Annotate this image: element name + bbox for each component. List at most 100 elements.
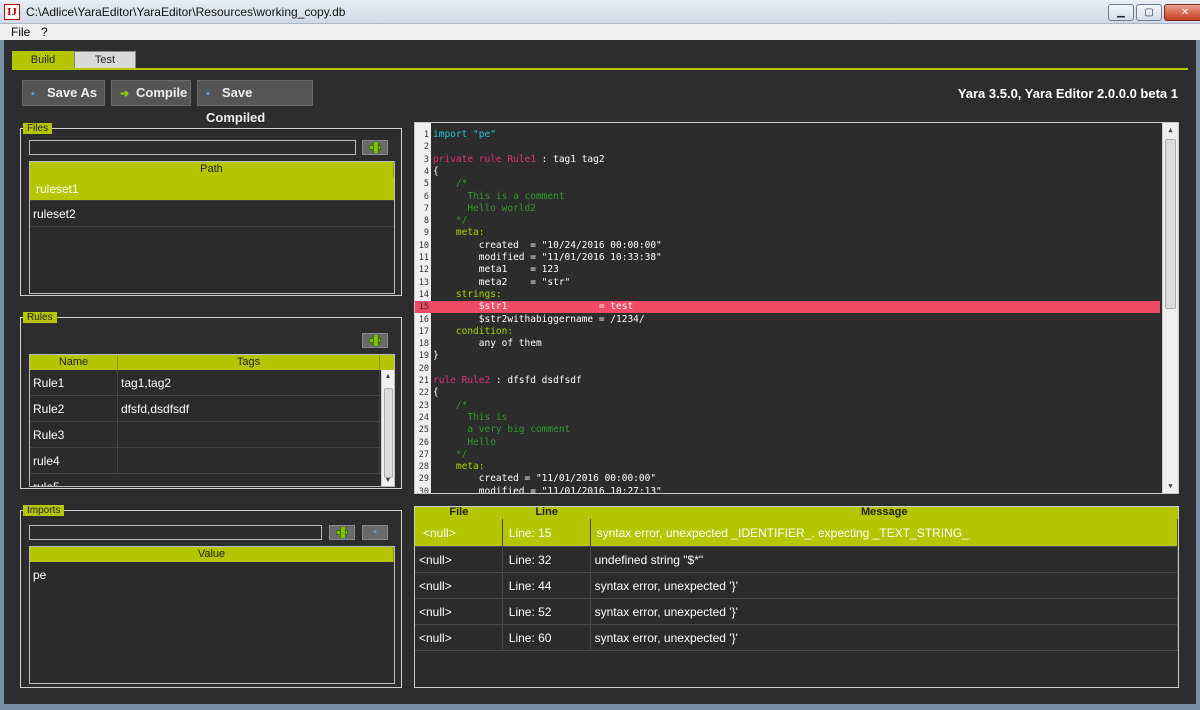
files-search-input[interactable]: [29, 140, 356, 155]
tab-test[interactable]: Test: [74, 51, 136, 69]
line-number: 9: [423, 228, 429, 239]
code-line[interactable]: 1 import "pe": [415, 129, 1160, 141]
code-line[interactable]: 18 any of them: [415, 338, 1160, 350]
add-file-button[interactable]: [362, 140, 388, 155]
rules-group-label: Rules: [23, 312, 57, 323]
code-line[interactable]: 4{: [415, 166, 1160, 178]
code-line[interactable]: 21 rule Rule2 : dfsfd dsdfsdf: [415, 375, 1160, 387]
minimize-button[interactable]: ▁: [1108, 4, 1134, 21]
code-line[interactable]: 14 strings:: [415, 289, 1160, 301]
code-line[interactable]: 17 condition:: [415, 326, 1160, 338]
scroll-down-icon[interactable]: ▼: [1163, 479, 1178, 493]
message-row[interactable]: <null> Line: 44 syntax error, unexpected…: [415, 573, 1178, 599]
code-line[interactable]: 20: [415, 363, 1160, 375]
file-path: ruleset1: [36, 182, 79, 196]
code-line[interactable]: 5 /*: [415, 178, 1160, 190]
line-number: 5: [423, 179, 429, 190]
code-line[interactable]: 6 This is a comment: [415, 191, 1160, 203]
code-line[interactable]: 28 meta:: [415, 461, 1160, 473]
code-text: a very big comment: [433, 424, 571, 436]
line-number: 22: [418, 388, 429, 399]
code-line[interactable]: 26 Hello: [415, 437, 1160, 449]
rules-scrollbar[interactable]: ▲ ▼: [381, 370, 394, 486]
code-line[interactable]: 24 This is: [415, 412, 1160, 424]
menu-help[interactable]: ?: [41, 25, 48, 39]
column-value[interactable]: Value: [30, 547, 394, 562]
code-editor[interactable]: 1 import "pe" 2 3 private rule Rule1 : tag1 …: [414, 122, 1179, 494]
code-line[interactable]: 22 {: [415, 387, 1160, 399]
code-line[interactable]: 13 meta2 = "str": [415, 277, 1160, 289]
message-line: Line: 52: [503, 599, 591, 624]
rule-row[interactable]: Rule3: [30, 422, 394, 448]
rule-row[interactable]: rule4: [30, 448, 394, 474]
code-line[interactable]: 11 modified = "11/01/2016 10:33:38": [415, 252, 1160, 264]
scroll-up-icon[interactable]: ▲: [382, 370, 394, 384]
rule-row[interactable]: Rule2 dfsfd,dsdfsdf: [30, 396, 394, 422]
code-line[interactable]: 29 created = "11/01/2016 00:00:00": [415, 473, 1160, 485]
scroll-up-icon[interactable]: ▲: [1163, 123, 1178, 137]
code-text: */: [433, 215, 468, 227]
save-as-button[interactable]: ▪ Save As: [22, 80, 105, 106]
plus-icon: [369, 335, 381, 346]
import-input[interactable]: [29, 525, 322, 540]
code-line[interactable]: 27 */: [415, 449, 1160, 461]
rule-row[interactable]: Rule1 tag1,tag2: [30, 370, 394, 396]
menu-file[interactable]: File: [11, 25, 30, 39]
tab-build[interactable]: Build: [12, 51, 74, 69]
save-as-label: Save As: [47, 85, 98, 100]
code-line[interactable]: 10 created = "10/24/2016 00:00:00": [415, 240, 1160, 252]
line-number: 6: [423, 191, 429, 202]
column-path[interactable]: Path: [30, 162, 394, 177]
code-line[interactable]: 16 $str2withabiggername = /1234/: [415, 314, 1160, 326]
line-number: 18: [418, 339, 429, 350]
message-row[interactable]: <null> Line: 15 syntax error, unexpected…: [415, 519, 1178, 547]
scroll-down-icon[interactable]: ▼: [382, 474, 394, 486]
code-text: any of them: [433, 338, 542, 350]
column-message[interactable]: Message: [591, 507, 1178, 519]
save-import-button[interactable]: ▪: [362, 525, 388, 540]
code-line[interactable]: 9 meta:: [415, 227, 1160, 239]
maximize-button[interactable]: ▢: [1136, 4, 1162, 21]
column-tags[interactable]: Tags: [118, 355, 380, 370]
file-row[interactable]: ruleset1: [30, 177, 394, 201]
file-row[interactable]: ruleset2: [30, 201, 394, 227]
rule-name: rule4: [30, 448, 118, 473]
message-file: <null>: [415, 625, 503, 650]
imports-group: Imports ▪ Value pe: [20, 505, 402, 688]
scroll-thumb[interactable]: [384, 388, 393, 478]
scroll-thumb[interactable]: [1165, 139, 1176, 309]
imports-grid: Value pe: [29, 546, 395, 684]
code-line[interactable]: 23 /*: [415, 400, 1160, 412]
add-rule-button[interactable]: [362, 333, 388, 348]
line-number: 23: [418, 400, 429, 411]
code-text: Hello world2: [433, 202, 536, 214]
code-line[interactable]: 25 a very big comment: [415, 424, 1160, 436]
message-row[interactable]: <null> Line: 60 syntax error, unexpected…: [415, 625, 1178, 651]
column-line[interactable]: Line: [503, 507, 591, 519]
code-text: /*: [433, 399, 468, 411]
files-group-label: Files: [23, 123, 53, 134]
code-line[interactable]: 7 Hello world2: [415, 203, 1160, 215]
line-number: 24: [418, 412, 429, 423]
code-line[interactable]: 30 modified = "11/01/2016 10:27:13": [415, 486, 1160, 493]
message-row[interactable]: <null> Line: 32 undefined string "$*": [415, 547, 1178, 573]
close-button[interactable]: ✕: [1164, 4, 1200, 21]
import-row[interactable]: pe: [30, 562, 394, 588]
save-compiled-button[interactable]: ▪ Save Compiled: [197, 80, 313, 125]
code-line[interactable]: 8 */: [415, 215, 1160, 227]
code-text: meta1 = 123: [433, 264, 559, 276]
code-line[interactable]: 19}: [415, 350, 1160, 362]
code-line[interactable]: 15 $str1 = test: [415, 301, 1160, 314]
column-file[interactable]: File: [415, 507, 503, 519]
line-number: 29: [418, 474, 429, 485]
editor-scrollbar[interactable]: ▲ ▼: [1162, 123, 1178, 493]
rule-row[interactable]: rule5: [30, 474, 394, 486]
column-name[interactable]: Name: [30, 355, 118, 370]
code-line[interactable]: 12 meta1 = 123: [415, 264, 1160, 276]
rules-grid: Name Tags Rule1 tag1,tag2 Rule2 dfsfd,dsdf…: [29, 354, 395, 487]
message-row[interactable]: <null> Line: 52 syntax error, unexpected…: [415, 599, 1178, 625]
add-import-button[interactable]: [329, 525, 355, 540]
compile-button[interactable]: ➜ Compile: [111, 80, 191, 106]
code-line[interactable]: 3 private rule Rule1 : tag1 tag2: [415, 154, 1160, 166]
code-line[interactable]: 2: [415, 141, 1160, 153]
